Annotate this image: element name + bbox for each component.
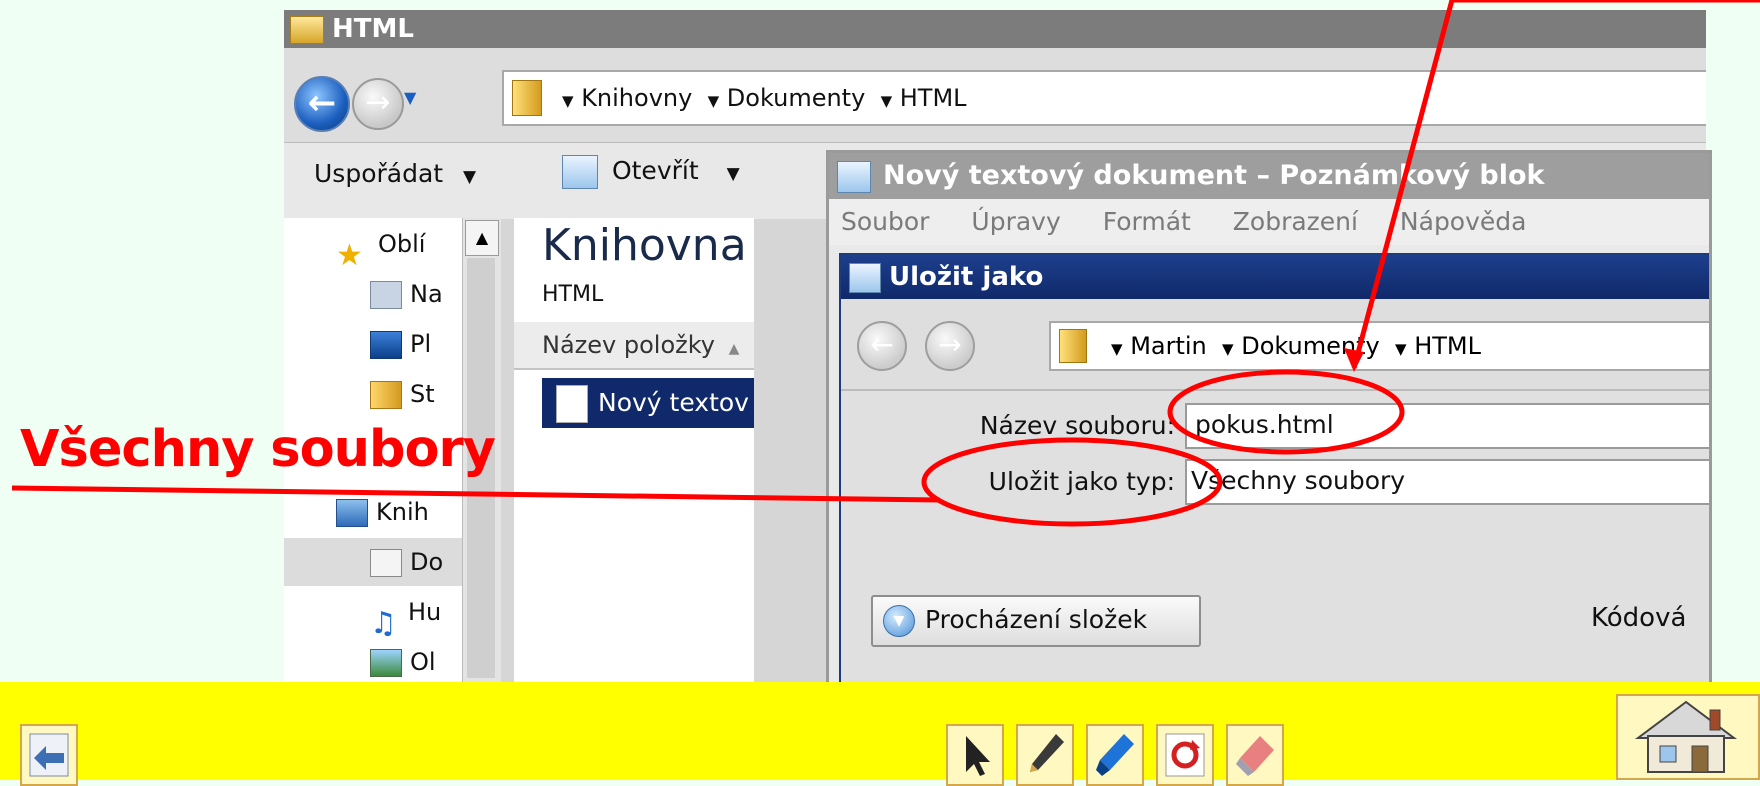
refresh-icon[interactable] (1156, 724, 1214, 786)
back-arrow-icon[interactable] (20, 724, 78, 786)
annotation-overlay (11, 0, 1760, 527)
eraser-icon[interactable] (1226, 724, 1284, 786)
bottom-toolbar (0, 682, 1760, 780)
annotation-arrowhead (1344, 348, 1364, 372)
pointer-icon[interactable] (946, 724, 1004, 786)
home-icon[interactable] (1616, 694, 1760, 780)
highlighter-icon[interactable] (1086, 724, 1144, 786)
filename-highlight-ellipse (1167, 369, 1405, 455)
annotation-label: Všechny soubory (20, 420, 496, 479)
annotation-pointer-line (11, 485, 941, 503)
annotation-arrow (1351, 0, 1455, 369)
type-highlight-ellipse (921, 437, 1223, 527)
pen-icon[interactable] (1016, 724, 1074, 786)
